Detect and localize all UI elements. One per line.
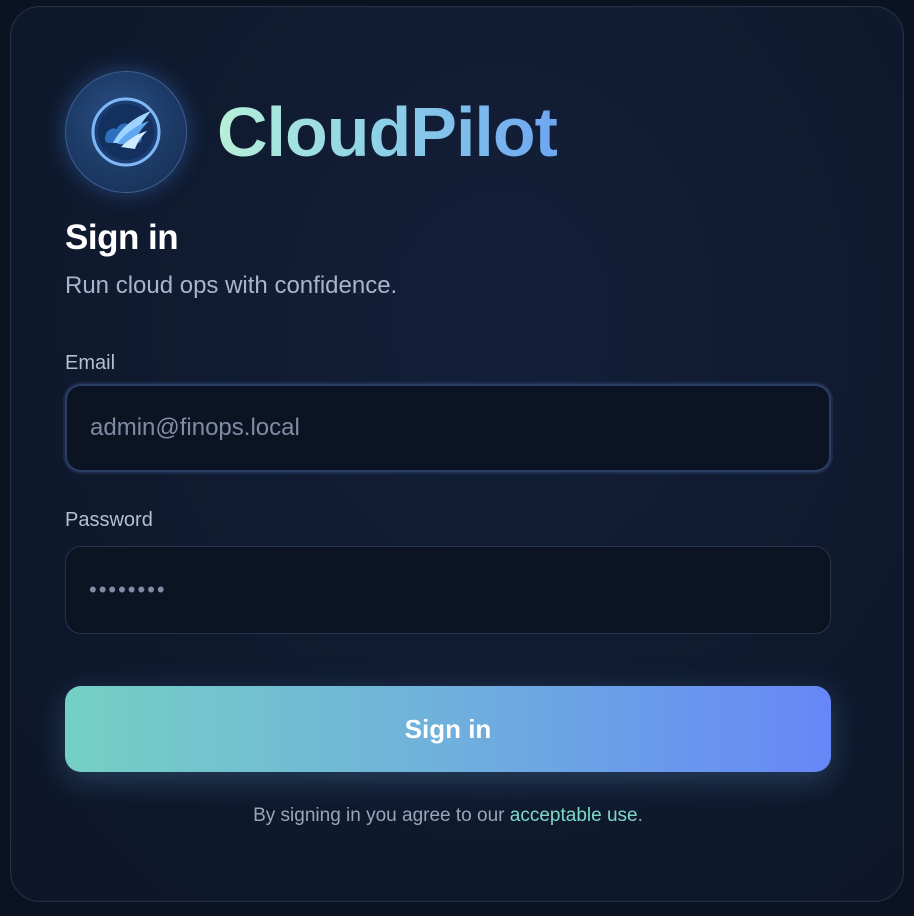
cloud-wing-icon: [65, 71, 187, 193]
password-field[interactable]: [65, 546, 831, 634]
logo-glyph: [91, 97, 161, 167]
legal-notice: By signing in you agree to our acceptabl…: [65, 805, 831, 827]
page-title: Sign in: [65, 218, 179, 257]
login-page: CloudPilot Sign in Run cloud ops with co…: [0, 0, 914, 916]
email-label: Email: [65, 352, 116, 374]
sign-in-button[interactable]: Sign in: [65, 686, 831, 772]
email-field[interactable]: [65, 384, 831, 472]
acceptable-use-link[interactable]: acceptable use: [510, 805, 638, 826]
brand-header: CloudPilot: [65, 71, 558, 193]
legal-prefix: By signing in you agree to our: [253, 805, 510, 826]
legal-suffix: .: [637, 805, 643, 826]
page-subtitle: Run cloud ops with confidence.: [65, 272, 398, 299]
brand-name: CloudPilot: [217, 93, 558, 171]
password-label: Password: [65, 509, 153, 531]
